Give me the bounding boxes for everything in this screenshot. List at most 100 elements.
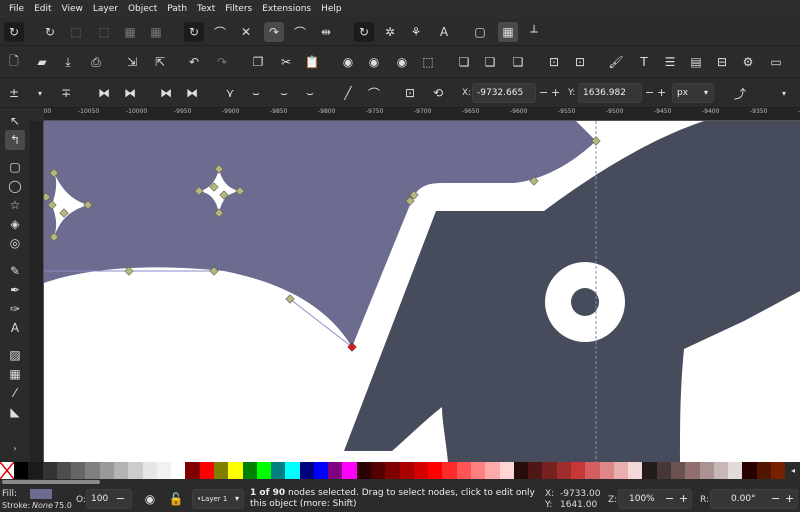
menu-object[interactable]: Object (123, 0, 162, 18)
zoom-page-icon[interactable]: ◉ (392, 52, 412, 72)
snap-nodes-icon[interactable]: ↻ (184, 22, 204, 42)
node-cusp-icon[interactable]: ⋎ (220, 83, 240, 103)
color-swatch[interactable] (271, 462, 286, 479)
snap-page-icon[interactable]: ▢ (470, 22, 490, 42)
snap-rotation-center-icon[interactable]: ⚘ (406, 22, 426, 42)
dropper-tool-icon[interactable]: ⁄ (5, 383, 25, 403)
stroke-indicator[interactable]: None (32, 499, 53, 512)
color-swatch[interactable] (299, 462, 314, 479)
horizontal-ruler[interactable]: -10100 -10050 -10000 -9950 -9900 -9850 -9800 -9… (44, 108, 800, 121)
menu-path[interactable]: Path (162, 0, 192, 18)
x-coordinate-field[interactable]: -9732.665 (472, 83, 536, 103)
color-swatch[interactable] (213, 462, 229, 479)
menu-edit[interactable]: Edit (29, 0, 56, 18)
more-tools-icon[interactable]: › (5, 438, 25, 458)
color-swatch[interactable] (85, 462, 100, 479)
save-icon[interactable]: ⤓ (58, 52, 78, 72)
x-increment-button[interactable]: + (551, 86, 560, 100)
color-swatch[interactable] (471, 462, 486, 479)
more-options-icon[interactable]: ▾ (774, 83, 794, 103)
color-swatch[interactable] (713, 462, 729, 479)
object-to-path-icon[interactable]: ⊡ (400, 83, 420, 103)
color-swatch[interactable] (142, 462, 157, 479)
opacity-field[interactable]: 100 − (86, 489, 132, 509)
open-icon[interactable]: ▰ (32, 52, 52, 72)
menu-help[interactable]: Help (316, 0, 347, 18)
color-swatch[interactable] (128, 462, 143, 479)
x-decrement-button[interactable]: − (539, 86, 548, 100)
color-swatch[interactable] (642, 462, 657, 479)
join-segment-icon[interactable]: ⧓ (156, 83, 176, 103)
stroke-to-path-icon[interactable]: ⟲ (428, 83, 448, 103)
zoom-decrement-button[interactable]: − (665, 490, 674, 508)
segment-curve-icon[interactable]: ⌒ (364, 83, 384, 103)
print-icon[interactable]: ⎙ (86, 52, 106, 72)
rotate-field[interactable]: 0.00° − + (710, 489, 798, 509)
color-swatch[interactable] (699, 462, 714, 479)
y-coordinate-field[interactable]: 1636.982 (578, 83, 642, 103)
snap-bbox-edge-icon[interactable]: ⬚ (66, 22, 86, 42)
y-decrement-button[interactable]: − (645, 86, 654, 100)
show-path-outline-icon[interactable]: ⤴ (730, 83, 750, 103)
color-swatch[interactable] (756, 462, 771, 479)
menu-text[interactable]: Text (192, 0, 220, 18)
no-color-swatch[interactable] (0, 462, 14, 479)
color-swatch[interactable] (570, 462, 586, 479)
snap-toggle-icon[interactable]: ↻ (4, 22, 24, 42)
join-nodes-icon[interactable]: ⧓ (94, 83, 114, 103)
ellipse-tool-icon[interactable]: ◯ (5, 176, 25, 196)
layer-visibility-eye-icon[interactable]: ◉ (140, 489, 160, 509)
node-auto-smooth-icon[interactable]: ⌣ (300, 83, 320, 103)
color-swatch[interactable] (242, 462, 257, 479)
color-swatch[interactable] (770, 462, 786, 479)
spiral-tool-icon[interactable]: ◎ (5, 233, 25, 253)
3d-box-tool-icon[interactable]: ◈ (5, 214, 25, 234)
color-swatch[interactable] (56, 462, 72, 479)
color-swatch[interactable] (513, 462, 529, 479)
gradient-tool-icon[interactable]: ▨ (5, 345, 25, 365)
export-icon[interactable]: ⇱ (150, 52, 170, 72)
color-swatch[interactable] (585, 462, 600, 479)
color-swatch[interactable] (28, 462, 43, 479)
delete-segment-icon[interactable]: ⧓ (182, 83, 202, 103)
porthole-center[interactable] (571, 288, 599, 316)
color-swatch[interactable] (542, 462, 557, 479)
insert-node-icon[interactable]: ± (4, 83, 24, 103)
insert-node-dropdown-icon[interactable]: ▾ (30, 83, 50, 103)
color-swatch[interactable] (113, 462, 129, 479)
y-increment-button[interactable]: + (657, 86, 666, 100)
copy-icon[interactable]: ❐ (248, 52, 268, 72)
opacity-decrement-button[interactable]: − (116, 490, 125, 508)
snap-bbox-mid-icon[interactable]: ▦ (120, 22, 140, 42)
import-icon[interactable]: ⇲ (122, 52, 142, 72)
white-cutout[interactable] (412, 441, 416, 462)
color-swatch[interactable] (185, 462, 200, 479)
pencil-tool-icon[interactable]: ✎ (5, 261, 25, 281)
stroke-width-value[interactable]: 75.0 (54, 499, 72, 512)
color-swatch[interactable] (556, 462, 571, 479)
color-swatch[interactable] (656, 462, 671, 479)
duplicate-icon[interactable]: ❏ (454, 52, 474, 72)
snap-bbox-center-icon[interactable]: ▦ (146, 22, 166, 42)
xml-editor-icon[interactable]: ▤ (686, 52, 706, 72)
rotate-decrement-button[interactable]: − (771, 490, 780, 508)
color-swatch[interactable] (442, 462, 457, 479)
pen-tool-icon[interactable]: ✒ (5, 280, 25, 300)
color-swatch[interactable] (499, 462, 514, 479)
color-swatch[interactable] (728, 462, 743, 479)
calligraphy-tool-icon[interactable]: ✑ (5, 299, 25, 319)
menu-view[interactable]: View (57, 0, 88, 18)
snap-cusp-icon[interactable]: ↷ (264, 22, 284, 42)
menu-file[interactable]: File (4, 0, 29, 18)
color-swatch[interactable] (399, 462, 414, 479)
snap-bbox-icon[interactable]: ↻ (40, 22, 60, 42)
snap-smooth-icon[interactable]: ⌒ (290, 22, 310, 42)
color-swatch[interactable] (313, 462, 329, 479)
selected-path-node[interactable] (347, 342, 357, 352)
selector-tool-icon[interactable]: ↖ (5, 111, 25, 131)
color-swatch[interactable] (14, 462, 29, 479)
snap-grid-icon[interactable]: ▦ (498, 22, 518, 42)
color-swatch[interactable] (356, 462, 372, 479)
zoom-selection-icon[interactable]: ◉ (338, 52, 358, 72)
snap-bbox-corner-icon[interactable]: ⬚ (94, 22, 114, 42)
